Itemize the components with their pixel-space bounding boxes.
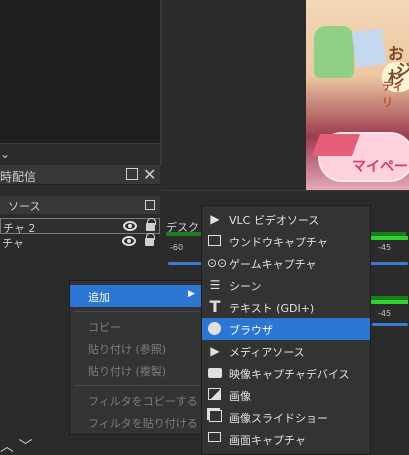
submenu-arrow-icon: ▶ [188,289,195,299]
undock-icon[interactable] [126,168,138,180]
monitor-icon [208,432,221,442]
add-source-submenu: ▶ VLC ビデオソース ウンドウキャプチャ ⊙⊙ ゲームキャプチャ ☰ シーン… [201,205,371,455]
play-icon: ▶ [210,212,220,226]
menu-item-media-source[interactable]: ▶ メディアソース [202,340,370,362]
text-icon: T [209,297,221,316]
list-icon: ☰ [209,278,221,292]
menu-item-paste-reference[interactable]: 貼り付け (参照) [70,337,203,359]
scenes-panel-header: 時配信 ✕ [0,165,160,185]
scene-list-footer [0,143,160,165]
menu-item-game-capture[interactable]: ⊙⊙ ゲームキャプチャ [202,252,370,274]
window-icon [208,235,221,246]
menu-item-paste-filters[interactable]: フィルタを貼り付ける [70,411,203,433]
image-icon [208,388,221,400]
menu-item-copy-filters[interactable]: フィルタをコピーする [70,389,203,411]
preview-banner-image: お杉 ジ ティリ マイペー [306,0,409,190]
menu-item-add[interactable]: 追加 ▶ [70,285,203,307]
close-icon[interactable]: ✕ [143,165,156,184]
audio-meter-level [370,300,408,304]
source-item[interactable]: チャ [0,233,160,250]
menu-item-display-capture[interactable]: 画面キャプチャ [202,428,370,450]
lock-icon[interactable] [146,218,156,231]
volume-slider[interactable] [372,323,408,326]
menu-separator [74,311,199,312]
gamepad-icon: ⊙⊙ [207,256,228,270]
play-icon: ▶ [210,344,220,358]
banner-text: マイペー [352,159,408,175]
house-roof-graphic [311,134,361,156]
context-menu: 追加 ▶ コピー 貼り付け (参照) 貼り付け (複製) フィルタをコピーする … [69,280,204,435]
character-figure [314,26,354,78]
sources-panel-title: ソース [8,200,41,213]
chevron-down-icon[interactable]: ⌄ [0,147,10,161]
panel-title: 時配信 [0,170,37,184]
images-icon [209,410,222,422]
menu-item-copy[interactable]: コピー [70,315,203,337]
sources-panel-header: ソース [0,196,160,214]
meter-tick: -60 [170,243,184,252]
banner-text: ジ [396,60,409,79]
menu-separator [74,385,199,386]
menu-item-window-capture[interactable]: ウンドウキャプチャ [202,230,370,252]
scene-list-area[interactable] [0,0,160,143]
meter-tick: -45 [378,243,392,252]
undock-icon[interactable] [145,200,155,210]
source-item[interactable]: チャ 2 [0,218,160,235]
eye-icon[interactable] [122,236,136,246]
menu-item-image-slideshow[interactable]: 画像スライドショー [202,406,370,428]
menu-item-paste-duplicate[interactable]: 貼り付け (複製) [70,359,203,381]
menu-item-vlc-source[interactable]: ▶ VLC ビデオソース [202,208,370,230]
menu-item-browser[interactable]: ブラウザ [202,318,370,340]
source-label: チャ [2,237,24,250]
menu-item-text-gdi[interactable]: T テキスト (GDI+) [202,296,370,318]
menu-item-video-capture-device[interactable]: 映像キャプチャデバイス [202,362,370,384]
audio-meter-level [370,236,408,240]
card-graphic [351,28,387,68]
lock-icon[interactable] [145,233,155,246]
move-up-down-icons[interactable]: ︿ ﹀ [0,436,32,455]
menu-item-scene[interactable]: ☰ シーン [202,274,370,296]
menu-item-image[interactable]: 画像 [202,384,370,406]
globe-icon [208,322,221,335]
camera-icon [208,368,222,378]
meter-tick: -45 [378,309,392,318]
eye-icon[interactable] [123,221,137,231]
banner-text: ティリ [382,80,404,109]
